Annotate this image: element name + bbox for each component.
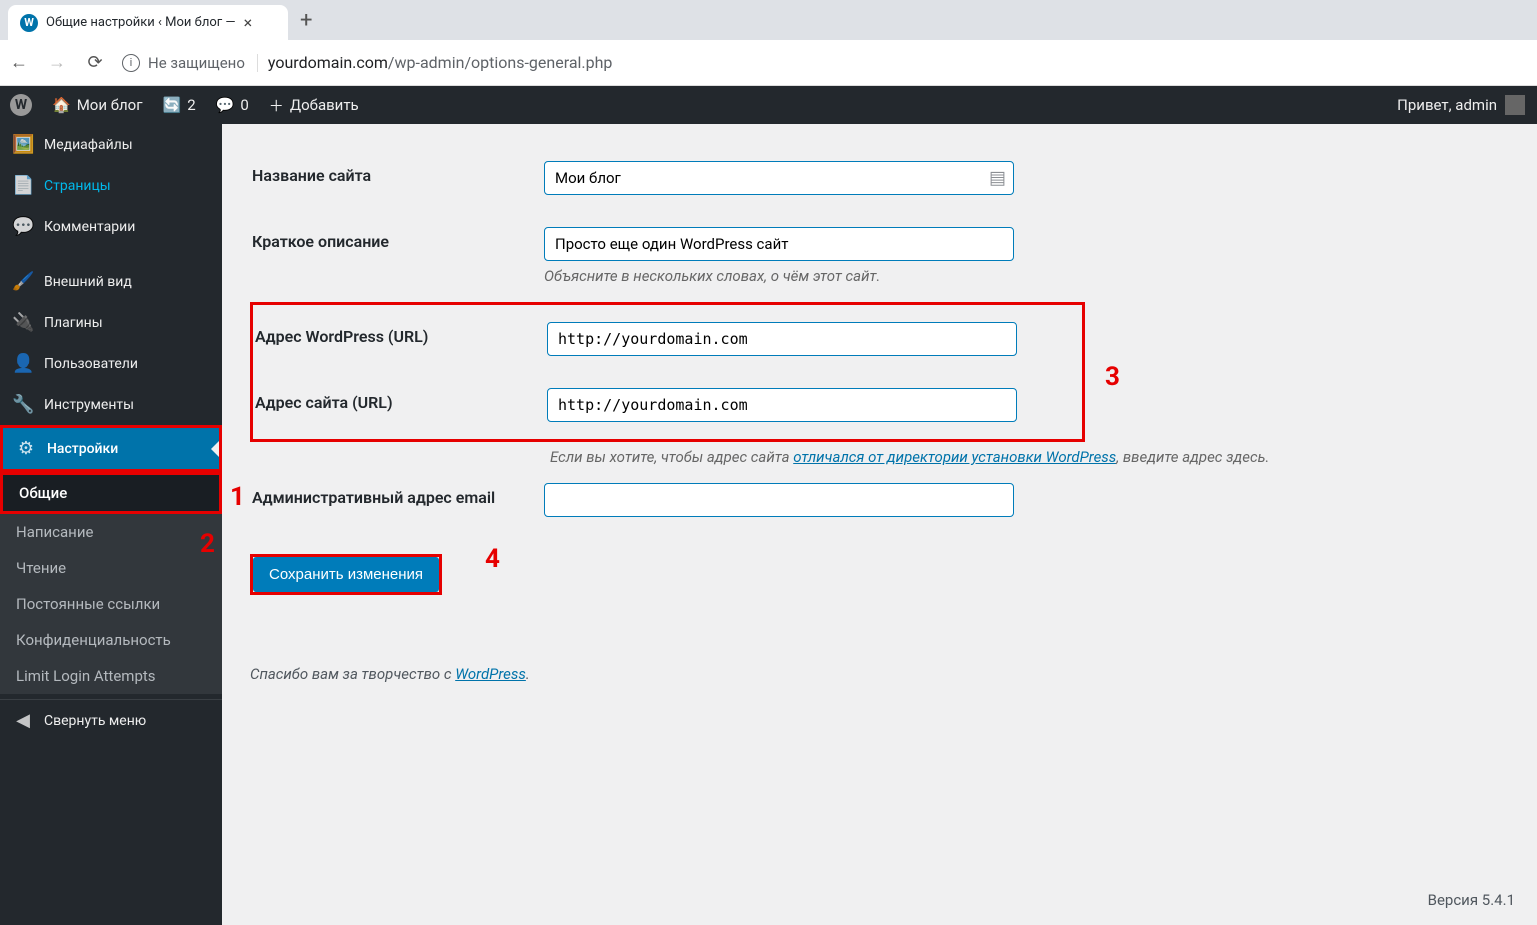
annotation-number-2: 2 <box>200 529 215 559</box>
user-menu[interactable]: Привет, admin <box>1397 95 1537 115</box>
browser-chrome: W Общие настройки ‹ Мои блог — × + ← → ⟳… <box>0 0 1537 86</box>
back-button[interactable]: ← <box>8 52 30 73</box>
sidebar-item-comments[interactable]: 💬 Комментарии <box>0 206 222 247</box>
url-domain: yourdomain.com <box>268 53 388 72</box>
insecure-label: Не защищено <box>148 54 245 72</box>
admin-email-input[interactable] <box>544 483 1014 517</box>
browser-tab[interactable]: W Общие настройки ‹ Мои блог — × <box>8 5 288 40</box>
sidebar-item-pages[interactable]: 📄 Страницы <box>0 165 222 206</box>
forward-button[interactable]: → <box>46 52 68 73</box>
tagline-input[interactable] <box>544 227 1014 261</box>
new-tab-button[interactable]: + <box>300 8 312 33</box>
tab-bar: W Общие настройки ‹ Мои блог — × + <box>0 0 1537 40</box>
annotation-number-3: 3 <box>1105 362 1120 392</box>
site-url-label: Адрес сайта (URL) <box>255 373 535 437</box>
save-button[interactable]: Сохранить изменения <box>253 557 439 592</box>
collapse-menu[interactable]: ◀ Свернуть меню <box>0 700 222 741</box>
wp-url-label: Адрес WordPress (URL) <box>255 307 535 371</box>
site-url-help-link[interactable]: отличался от директории установки WordPr… <box>793 448 1116 466</box>
tab-title: Общие настройки ‹ Мои блог — <box>46 15 236 30</box>
admin-email-label: Административный адрес email <box>252 468 532 532</box>
settings-icon: ⚙ <box>15 438 37 459</box>
comment-icon: 💬 <box>216 96 235 114</box>
sidebar-item-settings[interactable]: ⚙ Настройки <box>3 428 219 469</box>
version-label: Версия 5.4.1 <box>1428 891 1515 909</box>
annotation-box-4: Сохранить изменения <box>250 554 442 595</box>
users-icon: 👤 <box>12 353 34 374</box>
sidebar-item-users[interactable]: 👤 Пользователи <box>0 343 222 384</box>
url-path: /wp-admin/options-general.php <box>388 53 612 72</box>
tagline-label: Краткое описание <box>252 212 532 300</box>
add-new-link[interactable]: ＋ Добавить <box>259 86 369 124</box>
content-area: Название сайта ▤ Краткое описание Объясн… <box>222 124 1537 925</box>
site-url-description: Если вы хотите, чтобы адрес сайта отлича… <box>550 448 1509 466</box>
plus-icon: ＋ <box>269 95 284 116</box>
admin-sidebar: 🖼️ Медиафайлы 📄 Страницы 💬 Комментарии 🖌… <box>0 124 222 925</box>
submenu-item-writing[interactable]: Написание <box>0 514 222 550</box>
url-bar[interactable]: i Не защищено yourdomain.com/wp-admin/op… <box>122 53 1529 72</box>
chevron-left-icon: ◀ <box>12 710 34 731</box>
wp-url-input[interactable] <box>547 322 1017 356</box>
browser-nav-bar: ← → ⟳ i Не защищено yourdomain.com/wp-ad… <box>0 40 1537 86</box>
settings-form: Название сайта ▤ Краткое описание Объясн… <box>250 144 1509 302</box>
site-name-link[interactable]: 🏠 Мои блог <box>42 86 153 124</box>
footer-thanks: Спасибо вам за творчество с WordPress. <box>250 665 1509 683</box>
tools-icon: 🔧 <box>12 394 34 415</box>
close-tab-icon[interactable]: × <box>244 13 253 32</box>
favicon-icon: W <box>20 14 38 32</box>
site-url-input[interactable] <box>547 388 1017 422</box>
media-icon: 🖼️ <box>12 134 34 155</box>
reload-button[interactable]: ⟳ <box>84 52 106 73</box>
updates-link[interactable]: 🔄 2 <box>153 86 206 124</box>
annotation-box-3: Адрес WordPress (URL) Адрес сайта (URL) <box>250 302 1085 442</box>
info-icon: i <box>122 54 140 72</box>
appearance-icon: 🖌️ <box>12 271 34 292</box>
tagline-description: Объясните в нескольких словах, о чём это… <box>544 267 1497 285</box>
avatar-icon <box>1505 95 1525 115</box>
sidebar-item-tools[interactable]: 🔧 Инструменты <box>0 384 222 425</box>
submenu-item-permalinks[interactable]: Постоянные ссылки <box>0 586 222 622</box>
site-title-input[interactable] <box>544 161 1014 195</box>
annotation-box-1: ⚙ Настройки <box>0 425 222 472</box>
sidebar-item-media[interactable]: 🖼️ Медиафайлы <box>0 124 222 165</box>
annotation-number-4: 4 <box>485 544 500 574</box>
wp-admin-bar: W 🏠 Мои блог 🔄 2 💬 0 ＋ Добавить Привет, … <box>0 86 1537 124</box>
comments-link[interactable]: 💬 0 <box>206 86 259 124</box>
home-icon: 🏠 <box>52 96 71 114</box>
wp-logo-menu[interactable]: W <box>0 86 42 124</box>
pages-icon: 📄 <box>12 175 34 196</box>
sidebar-item-plugins[interactable]: 🔌 Плагины <box>0 302 222 343</box>
annotation-box-2: Общие <box>0 472 222 514</box>
insecure-indicator[interactable]: i Не защищено <box>122 54 258 72</box>
wordpress-link[interactable]: WordPress <box>455 665 526 683</box>
submenu-item-reading[interactable]: Чтение <box>0 550 222 586</box>
plugins-icon: 🔌 <box>12 312 34 333</box>
settings-submenu: Общие Написание Чтение Постоянные ссылки… <box>0 472 222 694</box>
submenu-item-limit-login[interactable]: Limit Login Attempts <box>0 658 222 694</box>
card-icon: ▤ <box>989 168 1006 189</box>
submenu-item-privacy[interactable]: Конфиденциальность <box>0 622 222 658</box>
update-icon: 🔄 <box>163 96 182 114</box>
sidebar-item-appearance[interactable]: 🖌️ Внешний вид <box>0 261 222 302</box>
wordpress-logo-icon: W <box>10 94 32 116</box>
comments-icon: 💬 <box>12 216 34 237</box>
site-title-label: Название сайта <box>252 146 532 210</box>
submenu-item-general[interactable]: Общие <box>3 475 219 511</box>
